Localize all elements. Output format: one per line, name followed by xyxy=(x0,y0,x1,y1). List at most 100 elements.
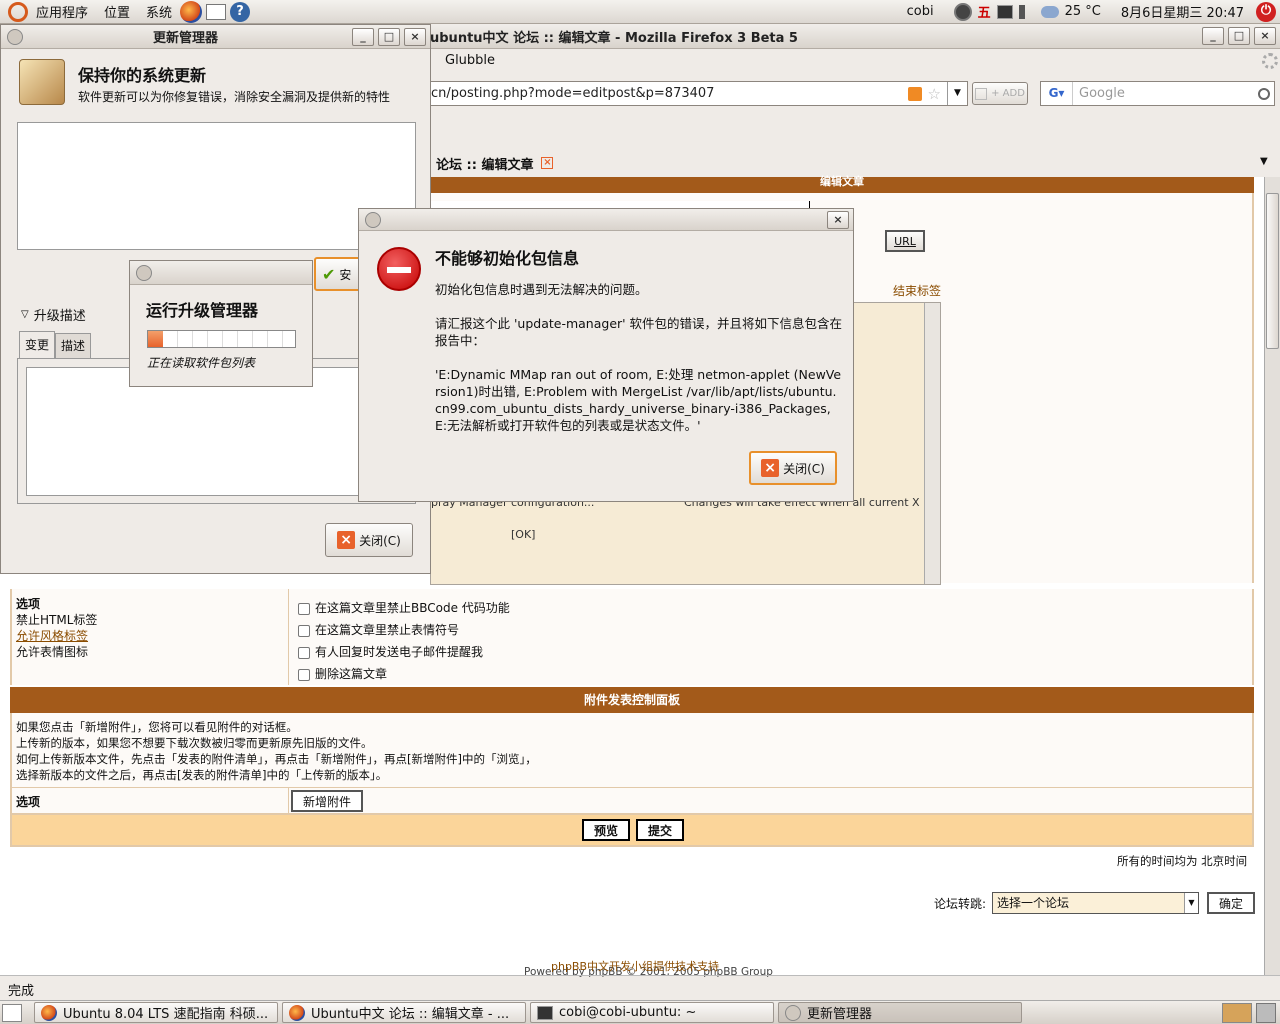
task-forum[interactable]: Ubuntu中文 论坛 :: 编辑文章 - ... xyxy=(282,1002,526,1023)
forum-jump-select[interactable]: 选择一个论坛 ▼ xyxy=(992,892,1199,914)
terminal-icon xyxy=(537,1005,553,1020)
top-panel: 应用程序 位置 系统 ? cobi 五 25 °C 8月6日星期三 20:47 … xyxy=(0,0,1280,24)
um-close-button[interactable]: × 关闭(C) xyxy=(325,523,413,557)
network-icon[interactable] xyxy=(953,2,972,21)
cpu-label: 五 xyxy=(977,6,991,21)
page-scrollbar[interactable] xyxy=(1264,177,1280,975)
ubuntu-logo-icon[interactable] xyxy=(8,1,28,22)
tab-close-icon[interactable]: × xyxy=(541,157,554,169)
add-attachment-button[interactable]: 新增附件 xyxy=(291,790,364,812)
check-label: 在这篇文章里禁止BBCode 代码功能 xyxy=(315,601,510,615)
status-bar: 完成 xyxy=(0,975,1280,1000)
menu-system[interactable]: 系统 xyxy=(138,2,180,21)
check-delete[interactable]: 删除这篇文章 xyxy=(298,665,387,682)
error-close-button[interactable]: × 关闭(C) xyxy=(749,451,837,485)
progress-bar xyxy=(147,330,296,348)
error-line1: 初始化包信息时遇到无法解决的问题。 xyxy=(435,282,648,297)
error-line2: 请汇报这个此 'update-manager' 软件包的错误，并且将如下信息包含… xyxy=(435,316,843,348)
maximize-button[interactable]: □ xyxy=(378,27,400,46)
error-dialog: × 不能够初始化包信息 初始化包信息时遇到无法解决的问题。 请汇报这个此 'up… xyxy=(358,208,854,502)
help-icon[interactable]: ? xyxy=(230,1,251,22)
trash-icon[interactable] xyxy=(1256,1002,1276,1023)
firefox-title: ubuntu中文 论坛 :: 编辑文章 - Mozilla Firefox 3 … xyxy=(430,30,798,46)
task-terminal[interactable]: cobi@cobi-ubuntu: ~ xyxy=(530,1002,774,1023)
update-manager-title: 更新管理器 xyxy=(153,31,219,46)
submit-button[interactable]: 提交 xyxy=(636,819,685,841)
minimize-button[interactable]: _ xyxy=(1202,27,1224,45)
support-link[interactable]: phpBB中文开发小组提供技术支持 xyxy=(551,958,719,974)
tab-changes[interactable]: 变更 xyxy=(19,331,55,358)
user-name[interactable]: cobi xyxy=(907,4,934,19)
bookmark-star-icon[interactable]: ☆ xyxy=(928,85,941,103)
submit-row: 预览 提交 xyxy=(10,815,1254,847)
weather-temp[interactable]: 25 °C xyxy=(1065,4,1101,19)
mail-launcher-icon[interactable] xyxy=(206,3,227,20)
jump-go-button[interactable]: 确定 xyxy=(1207,892,1256,914)
search-box[interactable]: G▾ Google xyxy=(1040,81,1275,106)
error-close-label: 关闭(C) xyxy=(783,461,825,476)
preview-button[interactable]: 预览 xyxy=(582,819,631,841)
options-section: 选项 禁止HTML标签 允许风格标签 允许表情图标 在这篇文章里禁止BBCode… xyxy=(10,589,1254,685)
minimize-button[interactable]: _ xyxy=(352,27,374,46)
maximize-button[interactable]: □ xyxy=(1228,27,1250,45)
workspace-switcher[interactable] xyxy=(1222,1002,1252,1023)
rss-icon[interactable] xyxy=(907,86,922,101)
jump-label: 论坛转跳: xyxy=(934,897,987,911)
throbber-icon xyxy=(1262,53,1278,69)
close-x-icon: × xyxy=(761,459,780,477)
weather-icon[interactable] xyxy=(1040,5,1059,18)
monitor-icon[interactable] xyxy=(996,4,1013,19)
error-body: 初始化包信息时遇到无法解决的问题。 请汇报这个此 'update-manager… xyxy=(435,281,843,434)
option-html: 禁止HTML标签 xyxy=(16,613,98,627)
tab-edit-post[interactable]: 论坛 :: 编辑文章 × xyxy=(430,149,575,177)
menu-places[interactable]: 位置 xyxy=(96,2,138,21)
grid-icon xyxy=(975,87,988,100)
error-titlebar[interactable]: × xyxy=(359,209,853,231)
update-icon xyxy=(785,1004,801,1021)
menu-glubble[interactable]: Glubble xyxy=(445,53,495,68)
scroll-thumb[interactable] xyxy=(1266,193,1279,349)
google-engine-icon[interactable]: G▾ xyxy=(1041,82,1073,105)
check-notify[interactable]: 有人回复时发送电子邮件提醒我 xyxy=(298,643,483,660)
check-label: 在这篇文章里禁止表情符号 xyxy=(315,623,460,637)
expander-description[interactable]: ▽ 升级描述 xyxy=(21,305,86,324)
add-button[interactable]: + ADD xyxy=(972,82,1028,105)
firefox-launcher-icon[interactable] xyxy=(180,0,203,23)
power-icon[interactable]: ⏻ xyxy=(1256,1,1276,22)
check-disable-bbcode[interactable]: 在这篇文章里禁止BBCode 代码功能 xyxy=(298,599,510,616)
error-details: 'E:Dynamic MMap ran out of room, E:处理 ne… xyxy=(435,367,842,433)
close-button[interactable]: × xyxy=(404,27,426,46)
update-manager-titlebar[interactable]: 更新管理器 _ □ × xyxy=(1,25,430,49)
updates-list[interactable] xyxy=(17,122,416,250)
clock[interactable]: 8月6日星期三 20:47 xyxy=(1121,2,1244,21)
search-input[interactable]: Google xyxy=(1079,86,1125,101)
tab-description[interactable]: 描述 xyxy=(55,333,91,358)
progress-status: 正在读取软件包列表 xyxy=(147,356,256,370)
task-ubuntu-guide[interactable]: Ubuntu 8.04 LTS 速配指南 科硕... xyxy=(34,1002,278,1023)
tab-list-icon[interactable]: ▼ xyxy=(1260,156,1268,167)
check-disable-smilies[interactable]: 在这篇文章里禁止表情符号 xyxy=(298,621,459,638)
task-update-manager[interactable]: 更新管理器 xyxy=(778,1002,1022,1023)
progress-fill xyxy=(148,331,163,347)
checkmark-icon: ✔ xyxy=(322,264,336,284)
error-close-icon[interactable]: × xyxy=(827,210,849,229)
close-tags-link[interactable]: 结束标签 xyxy=(893,282,941,299)
search-icon[interactable] xyxy=(1258,87,1270,100)
attach-info: 如果您点击「新增附件」，您将可以看见附件的对话框。 上传新的版本，如果您不想要下… xyxy=(10,713,1254,787)
url-dropdown-icon[interactable]: ▼ xyxy=(947,82,967,105)
url-tag-button[interactable]: URL xyxy=(885,230,925,252)
chevron-down-icon: ▼ xyxy=(1184,893,1198,913)
url-text[interactable]: cn/posting.php?mode=editpost&p=873407 xyxy=(431,86,714,101)
show-desktop-icon[interactable] xyxy=(2,1003,22,1022)
url-bar[interactable]: cn/posting.php?mode=editpost&p=873407 ☆ … xyxy=(420,81,968,106)
progress-titlebar[interactable] xyxy=(130,261,312,285)
tab-changes-label: 变更 xyxy=(24,338,49,352)
option-bbcode[interactable]: 允许风格标签 xyxy=(16,627,88,644)
select-value: 选择一个论坛 xyxy=(997,896,1070,910)
menu-applications[interactable]: 应用程序 xyxy=(28,2,96,21)
um-heading: 保持你的系统更新 xyxy=(78,66,207,85)
attach-line: 如何上传新版本文件，先点击「发表的附件清单」，再点击「新增附件」，再点[新增附件… xyxy=(16,752,537,766)
close-button[interactable]: × xyxy=(1254,27,1276,45)
textarea-scrollbar[interactable] xyxy=(924,303,940,584)
volume-icon[interactable] xyxy=(1018,4,1035,19)
